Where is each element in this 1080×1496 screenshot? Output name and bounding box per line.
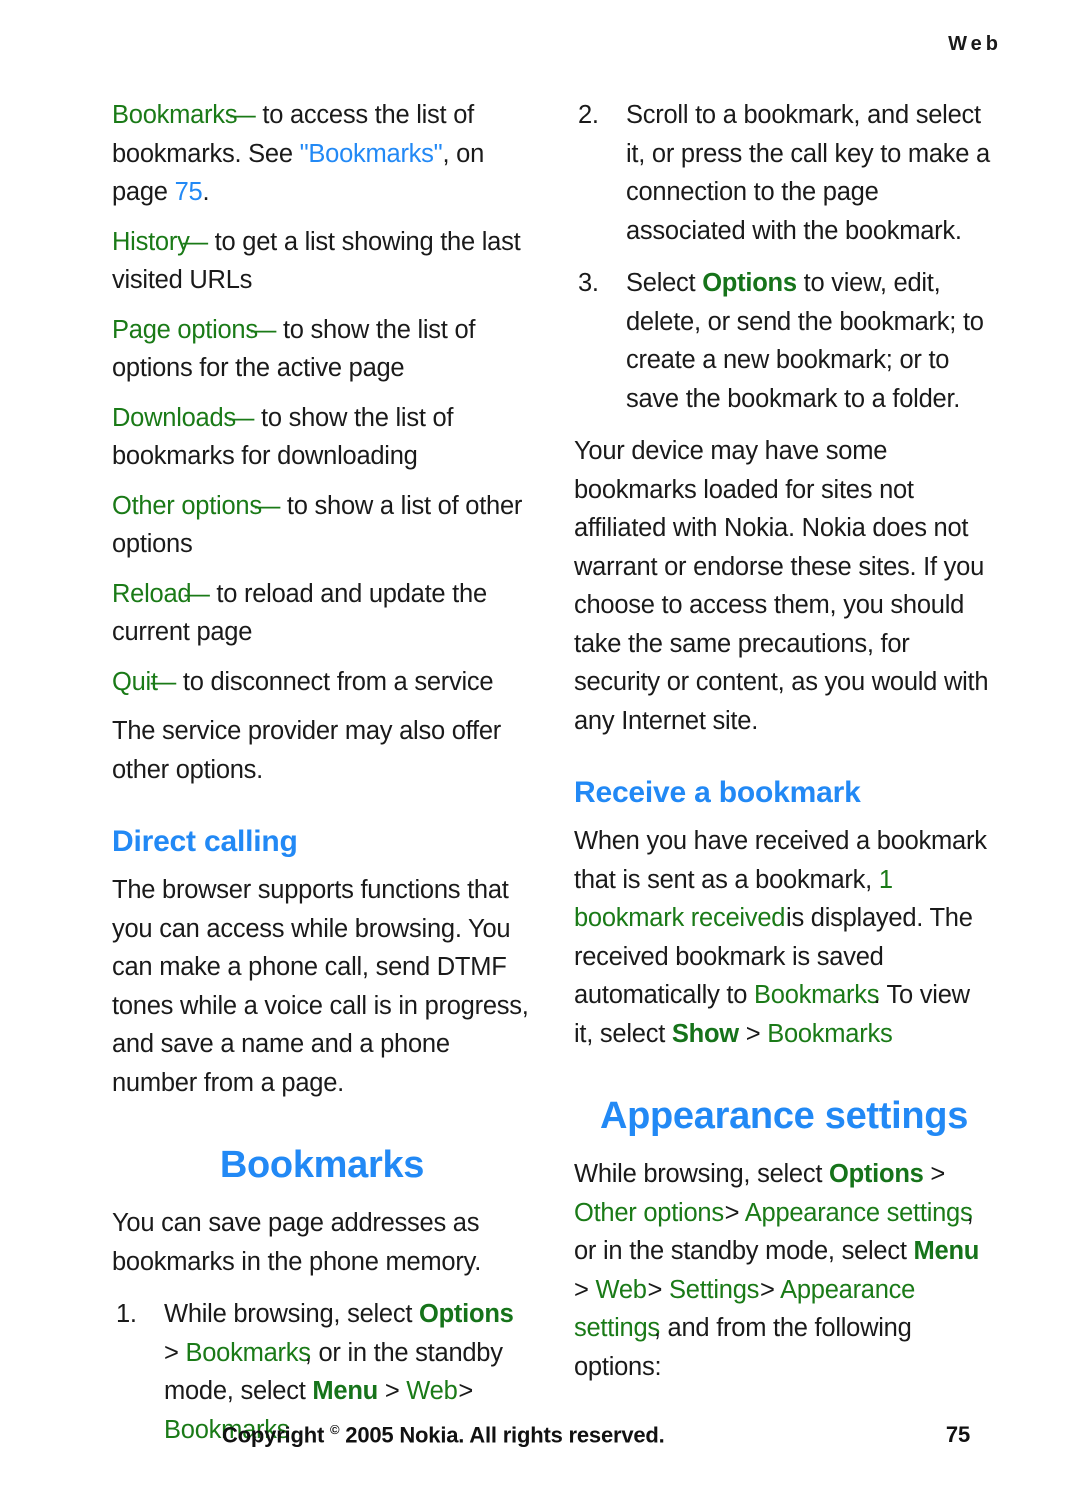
- step-text: >: [377, 1377, 407, 1405]
- option-desc: to disconnect from a service: [176, 667, 494, 696]
- closing-paragraph: The service provider may also offer othe…: [112, 717, 502, 784]
- ui-term-bookmarks: Bookmarks: [185, 1338, 311, 1367]
- option-item-page-options: Page options— to show the list of option…: [112, 311, 532, 388]
- ui-term-web: Web: [406, 1377, 458, 1405]
- ui-term-web: Web: [595, 1275, 647, 1304]
- ui-term-reload: Reload: [112, 579, 192, 608]
- body-text: >: [640, 1275, 670, 1304]
- left-column: Bookmarks— to access the list of bookmar…: [112, 96, 532, 1463]
- body-text: While browsing, select: [574, 1160, 830, 1188]
- option-item-quit: Quit— to disconnect from a service: [112, 663, 532, 702]
- body-text: >: [717, 1198, 745, 1227]
- ui-term-bookmarks: Bookmarks: [112, 101, 238, 129]
- ui-term-page-options: Page options: [112, 315, 258, 344]
- copyright-post: 2005 Nokia. All rights reserved.: [339, 1422, 665, 1447]
- body-text: When you have received a bookmark that i…: [574, 827, 987, 894]
- section-heading-receive-a-bookmark: Receive a bookmark: [574, 776, 861, 809]
- body-text: >: [574, 1275, 596, 1304]
- option-desc-after: .: [202, 178, 210, 206]
- running-head: Web: [948, 33, 1002, 55]
- list-item: 2. Scroll to a bookmark, and select it, o…: [574, 96, 994, 250]
- manual-page: Web Bookmarks— to access the list of boo…: [0, 0, 1080, 1496]
- ui-term-appearance-settings: Appearance settings: [744, 1198, 973, 1227]
- ui-term-options: Options: [419, 1300, 514, 1328]
- ui-term-options: Options: [702, 269, 797, 297]
- body-text: >: [753, 1275, 781, 1304]
- option-item-other-options: Other options— to show a list of other o…: [112, 487, 532, 564]
- page-number: 75: [945, 1422, 970, 1447]
- step-text: Scroll to a bookmark, and select it, or …: [626, 101, 990, 245]
- em-dash: —: [230, 101, 256, 129]
- section-heading-direct-calling: Direct calling: [112, 825, 298, 858]
- option-item-downloads: Downloads— to show the list of bookmarks…: [112, 399, 532, 476]
- ui-term-bookmarks: Bookmarks: [754, 981, 880, 1009]
- option-item-history: History— to get a list showing the last …: [112, 223, 532, 300]
- list-item: 3. Select Options to view, edit, delete, …: [574, 264, 994, 418]
- step-text: >: [164, 1338, 186, 1367]
- step-text: While browsing, select: [164, 1300, 420, 1328]
- page-footer: Copyright © 2005 Nokia. All rights reser…: [0, 1422, 1080, 1448]
- step-number: 1.: [116, 1300, 137, 1328]
- ui-term-show: Show: [671, 1019, 739, 1048]
- em-dash: —: [228, 403, 255, 432]
- copyright-notice: Copyright © 2005 Nokia. All rights reser…: [222, 1422, 665, 1448]
- em-dash: —: [184, 579, 210, 608]
- receive-bookmark-body: When you have received a bookmark that i…: [574, 822, 994, 1053]
- step-text: >: [451, 1377, 474, 1405]
- step-text: Select: [626, 269, 703, 297]
- ui-term-other-options: Other options: [574, 1198, 724, 1227]
- direct-calling-body: The browser supports functions that you …: [112, 876, 529, 1097]
- cross-reference-bookmarks[interactable]: "Bookmarks": [300, 140, 443, 168]
- chapter-heading-appearance-settings: Appearance settings: [599, 1095, 969, 1137]
- copyright-symbol: ©: [330, 1421, 340, 1437]
- chapter-heading-bookmarks: Bookmarks: [219, 1144, 425, 1186]
- page-columns: Bookmarks— to access the list of bookmar…: [0, 96, 1080, 1463]
- ui-term-other-options: Other options: [112, 491, 262, 520]
- bookmarks-intro: You can save page addresses as bookmarks…: [112, 1209, 482, 1276]
- em-dash: —: [250, 315, 277, 344]
- copyright-pre: Copyright: [222, 1422, 330, 1447]
- ui-term-bookmarks: Bookmarks: [767, 1019, 893, 1048]
- body-text: >: [923, 1160, 946, 1188]
- right-column: 2. Scroll to a bookmark, and select it, o…: [574, 96, 994, 1463]
- ui-term-menu: Menu: [913, 1237, 980, 1265]
- step-number: 3.: [578, 269, 599, 297]
- body-text: >: [738, 1019, 768, 1048]
- em-dash: —: [254, 491, 281, 520]
- cross-reference-page-number[interactable]: 75: [175, 178, 203, 206]
- em-dash: —: [182, 227, 209, 256]
- ui-term-history: History: [112, 227, 190, 256]
- ui-term-options: Options: [829, 1160, 924, 1188]
- option-item-bookmarks: Bookmarks— to access the list of bookmar…: [112, 96, 532, 212]
- ui-term-menu: Menu: [312, 1377, 378, 1405]
- bookmarks-step-list-continued: 2. Scroll to a bookmark, and select it, o…: [574, 96, 994, 418]
- em-dash: —: [150, 667, 177, 696]
- appearance-settings-body: While browsing, select Options > Other o…: [574, 1155, 994, 1386]
- ui-term-downloads: Downloads: [112, 403, 236, 432]
- ui-term-settings: Settings: [669, 1275, 760, 1304]
- option-item-reload: Reload— to reload and update the current…: [112, 575, 532, 652]
- step-number: 2.: [578, 101, 599, 129]
- nokia-bookmarks-disclaimer: Your device may have some bookmarks load…: [574, 437, 989, 735]
